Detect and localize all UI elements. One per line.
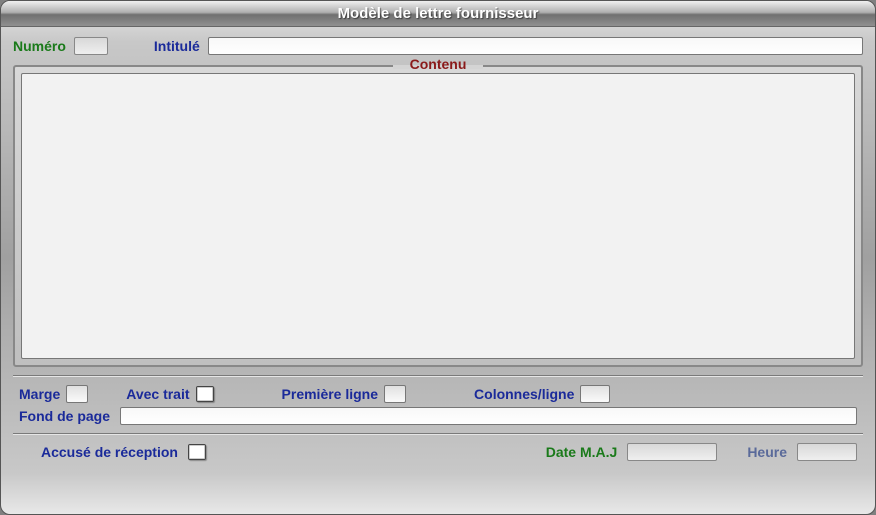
accuse-checkbox[interactable] <box>188 444 206 460</box>
titlebar: Modèle de lettre fournisseur <box>1 1 875 27</box>
premiere-ligne-field[interactable] <box>384 385 406 403</box>
accuse-label: Accusé de réception <box>41 444 178 460</box>
marge-field[interactable] <box>66 385 88 403</box>
numero-field[interactable] <box>74 37 108 55</box>
marge-label: Marge <box>19 386 60 402</box>
avec-trait-checkbox[interactable] <box>196 386 214 402</box>
contenu-textarea[interactable] <box>21 73 855 359</box>
intitule-label: Intitulé <box>154 38 200 54</box>
colonnes-ligne-field[interactable] <box>580 385 610 403</box>
intitule-field[interactable] <box>208 37 863 55</box>
numero-label: Numéro <box>13 38 66 54</box>
footer-row: Accusé de réception Date M.A.J Heure <box>13 443 863 461</box>
header-row: Numéro Intitulé <box>13 37 863 55</box>
options-row-2: Fond de page <box>13 403 863 425</box>
window-title: Modèle de lettre fournisseur <box>338 5 539 22</box>
dialog-window: Modèle de lettre fournisseur Numéro Inti… <box>0 0 876 515</box>
heure-field <box>797 443 857 461</box>
fond-de-page-label: Fond de page <box>19 408 110 424</box>
colonnes-ligne-label: Colonnes/ligne <box>474 386 574 402</box>
contenu-legend: Contenu <box>404 56 473 72</box>
premiere-ligne-label: Première ligne <box>282 386 379 402</box>
options-row-1: Marge Avec trait Première ligne Colonnes… <box>13 385 863 403</box>
date-maj-field <box>627 443 717 461</box>
date-maj-label: Date M.A.J <box>546 444 618 460</box>
contenu-fieldset: Contenu <box>13 65 863 367</box>
heure-label: Heure <box>747 444 787 460</box>
divider-1 <box>13 375 863 377</box>
dialog-body: Numéro Intitulé Contenu Marge Avec trait <box>1 27 875 471</box>
divider-2 <box>13 433 863 435</box>
avec-trait-label: Avec trait <box>126 386 189 402</box>
fond-de-page-field[interactable] <box>120 407 857 425</box>
